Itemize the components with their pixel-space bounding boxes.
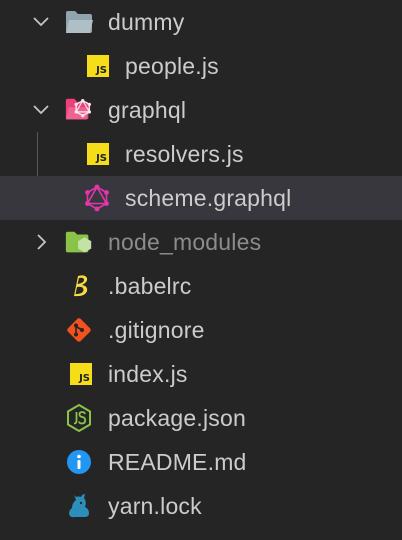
tree-item-babelrc[interactable]: .babelrc: [0, 264, 402, 308]
tree-item-label: resolvers.js: [125, 141, 244, 167]
tree-item-label: node_modules: [108, 229, 262, 255]
node-folder-icon: [64, 227, 94, 257]
js-badge-text: JS: [87, 143, 109, 165]
git-icon: [64, 315, 94, 345]
js-badge-text: JS: [70, 363, 92, 385]
tree-item-label: .babelrc: [108, 273, 192, 299]
chevron-right-icon[interactable]: [27, 228, 55, 256]
tree-item-gitignore[interactable]: .gitignore: [0, 308, 402, 352]
javascript-icon: JS: [83, 51, 113, 81]
tree-item-index-js[interactable]: JS index.js: [0, 352, 402, 396]
tree-item-label: .gitignore: [108, 317, 205, 343]
tree-item-label: package.json: [108, 405, 246, 431]
graphql-folder-open-icon: [64, 95, 94, 125]
tree-item-yarn-lock[interactable]: yarn.lock: [0, 484, 402, 528]
tree-item-people-js[interactable]: JS people.js: [0, 44, 402, 88]
tree-item-label: yarn.lock: [108, 493, 202, 519]
tree-item-label: README.md: [108, 449, 247, 475]
babel-icon: [65, 271, 95, 301]
tree-item-graphql-folder[interactable]: graphql: [0, 88, 402, 132]
javascript-icon: JS: [66, 359, 96, 389]
graphql-icon: [82, 183, 112, 213]
tree-item-scheme-graphql[interactable]: scheme.graphql: [0, 176, 402, 220]
tree-item-dummy-folder[interactable]: dummy: [0, 0, 402, 44]
chevron-down-icon[interactable]: [27, 96, 55, 124]
tree-item-label: index.js: [108, 361, 188, 387]
js-badge-text: JS: [87, 55, 109, 77]
tree-item-label: scheme.graphql: [125, 185, 292, 211]
chevron-down-icon[interactable]: [27, 8, 55, 36]
tree-item-label: graphql: [108, 97, 187, 123]
info-icon: [64, 447, 94, 477]
tree-item-package-json[interactable]: package.json: [0, 396, 402, 440]
nodejs-icon: [64, 403, 94, 433]
tree-item-label: people.js: [125, 53, 219, 79]
yarn-icon: [64, 491, 94, 521]
tree-item-node-modules-folder[interactable]: node_modules: [0, 220, 402, 264]
tree-item-label: dummy: [108, 9, 185, 35]
tree-item-readme-md[interactable]: README.md: [0, 440, 402, 484]
file-explorer-tree: dummy JS people.js graphql JS resolvers.…: [0, 0, 402, 540]
javascript-icon: JS: [83, 139, 113, 169]
folder-open-icon: [64, 7, 94, 37]
tree-item-resolvers-js[interactable]: JS resolvers.js: [0, 132, 402, 176]
